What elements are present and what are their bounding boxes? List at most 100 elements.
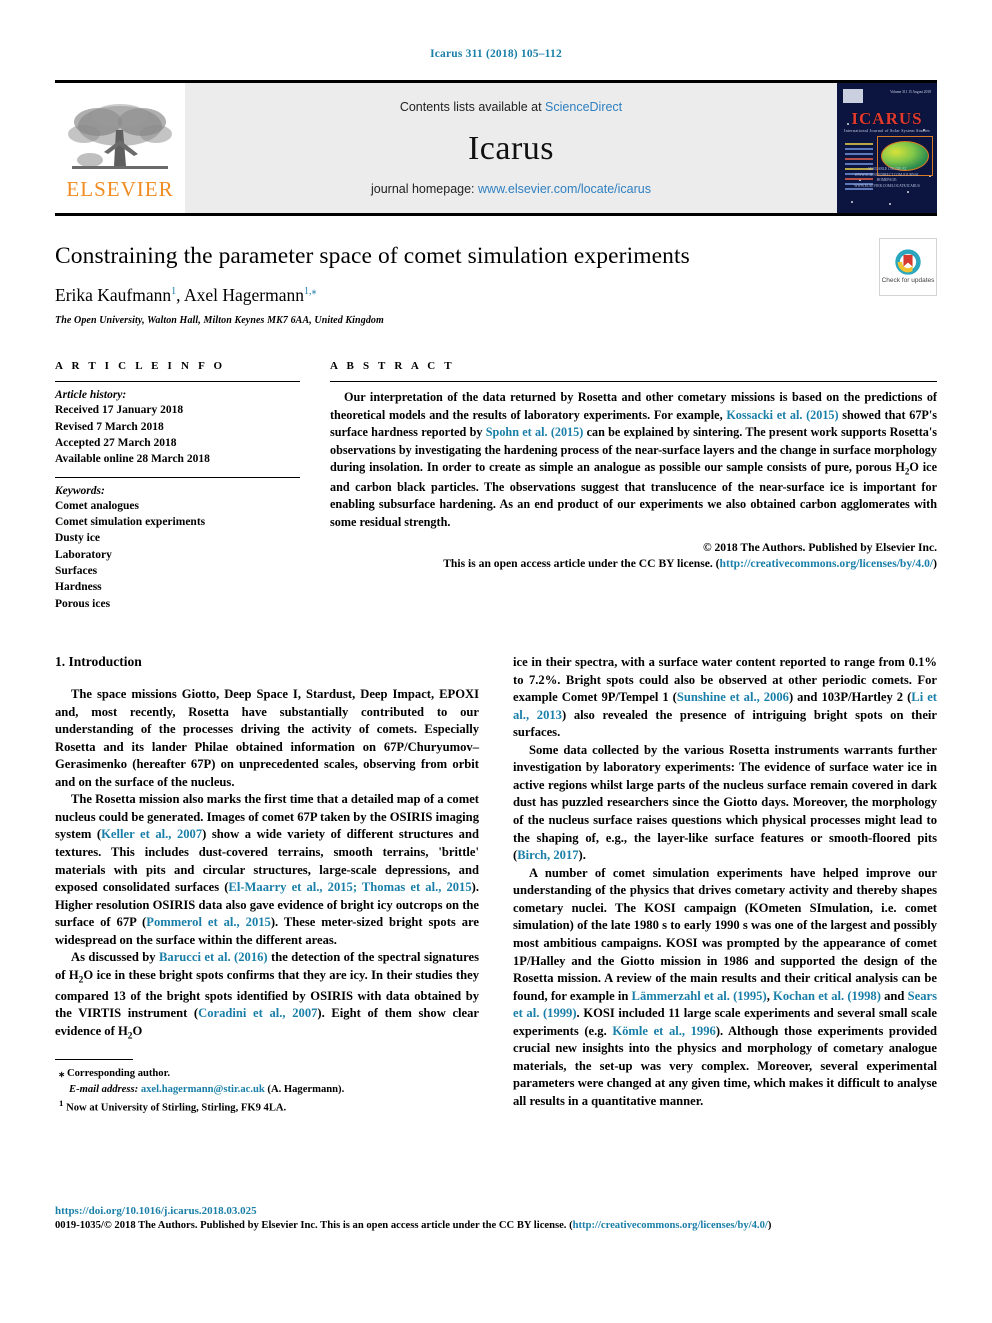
abstract-text: Our interpretation of the data returned … <box>330 389 937 531</box>
abstract-ref-spohn[interactable]: Spohn et al. (2015) <box>486 425 584 439</box>
citation-birch-2017[interactable]: Birch, 2017 <box>517 848 578 862</box>
para-text: Some data collected by the various Roset… <box>513 742 937 863</box>
issn-copyright-line: 0019-1035/© 2018 The Authors. Published … <box>55 1220 937 1231</box>
citation-barucci-2016[interactable]: Barucci et al. (2016) <box>159 950 268 964</box>
footnote-corresponding-author: ⁎ Corresponding author. <box>55 1066 479 1081</box>
article-info-column: A R T I C L E I N F O Article history: R… <box>55 360 300 612</box>
sciencedirect-link[interactable]: ScienceDirect <box>545 100 622 114</box>
paragraph: ice in their spectra, with a surface wat… <box>513 654 937 742</box>
elsevier-tree-icon <box>68 104 172 169</box>
license-prefix: This is an open access article under the… <box>443 556 720 570</box>
abstract-ref-kossacki[interactable]: Kossacki et al. (2015) <box>726 408 838 422</box>
citation-sunshine-2006[interactable]: Sunshine et al., 2006 <box>677 690 789 704</box>
history-accepted: Accepted 27 March 2018 <box>55 437 177 450</box>
abstract-heading: A B S T R A C T <box>330 360 455 373</box>
elsevier-wordmark: ELSEVIER <box>66 177 174 201</box>
issn-body: © 2018 The Authors. Published by Elsevie… <box>103 1220 573 1231</box>
author-affiliation: The Open University, Walton Hall, Milton… <box>55 315 384 327</box>
author-1-affil-marker: 1 <box>171 286 177 298</box>
citation-coradini-2007[interactable]: Coradini et al., 2007 <box>198 1006 317 1020</box>
contents-prefix: Contents lists available at <box>399 100 546 114</box>
cover-title: ICARUS <box>851 109 923 128</box>
citation-pommerol-2015[interactable]: Pommerol et al., 2015 <box>146 915 271 929</box>
paragraph: The Rosetta mission also marks the first… <box>55 791 479 949</box>
keyword-item: Surfaces <box>55 565 98 577</box>
footnote-rule <box>55 1059 133 1061</box>
cover-volume-text: Volume 311 15 August 2018 <box>890 90 931 94</box>
keyword-item: Dusty ice <box>55 532 101 545</box>
footnote-text: Corresponding author. <box>66 1068 170 1080</box>
citation-lammerzahl-1995[interactable]: Lämmerzahl et al. (1995) <box>632 989 767 1003</box>
cc-license-link[interactable]: http://creativecommons.org/licenses/by/4… <box>720 557 934 570</box>
cover-subtitle: International Journal of Solar System St… <box>843 128 931 133</box>
body-text-region: 1. Introduction The space missions Giott… <box>55 654 937 1115</box>
history-online: Available online 28 March 2018 <box>55 453 210 466</box>
para-text: ). <box>578 848 586 863</box>
article-info-rule <box>55 381 300 383</box>
info-abstract-region: A R T I C L E I N F O Article history: R… <box>55 360 937 612</box>
crossmark-icon <box>895 249 921 275</box>
cover-publisher-badge <box>843 89 863 103</box>
corresponding-author-marker: ⁎ <box>311 286 317 298</box>
page-footer: https://doi.org/10.1016/j.icarus.2018.03… <box>55 1205 937 1231</box>
abstract-copyright: © 2018 The Authors. Published by Elsevie… <box>702 540 937 554</box>
paragraph: A number of comet simulation experiments… <box>513 865 937 1111</box>
body-column-left: 1. Introduction The space missions Giott… <box>55 654 479 1115</box>
citation-komle-1996[interactable]: Kömle et al., 1996 <box>612 1024 716 1038</box>
abstract-license: This is an open access article under the… <box>330 557 937 570</box>
keywords-rule <box>55 476 300 478</box>
author-name-1: Erika Kaufmann <box>55 285 172 306</box>
article-header: Check for updates Constraining the param… <box>55 238 937 327</box>
license-suffix: ) <box>933 556 937 570</box>
article-history-label: Article history: <box>55 389 127 402</box>
email-link[interactable]: axel.hagermann@stir.ac.uk <box>141 1084 265 1095</box>
masthead-center: Contents lists available at ScienceDirec… <box>185 83 837 213</box>
citation-elmaarry-thomas-2015[interactable]: El-Maarry et al., 2015; Thomas et al., 2… <box>228 880 471 894</box>
footer-cc-license-link[interactable]: http://creativecommons.org/licenses/by/4… <box>573 1220 768 1231</box>
issn-prefix: 0019-1035/ <box>55 1220 104 1231</box>
article-info-heading: A R T I C L E I N F O <box>55 360 226 373</box>
journal-masthead: ELSEVIER Contents lists available at Sci… <box>55 80 937 213</box>
footnote-block: ⁎ Corresponding author. E-mail address: … <box>55 1059 479 1115</box>
issn-suffix: ) <box>767 1220 772 1231</box>
para-text: A number of comet simulation experiments… <box>513 865 937 1003</box>
paragraph: Some data collected by the various Roset… <box>513 742 937 865</box>
footnote-star-marker: ⁎ <box>59 1068 65 1080</box>
footnote-text: Now at University of Stirling, Stirling,… <box>66 1102 287 1114</box>
cover-footer-text: AVAILABLE ONLINE AT WWW.SCIENCEDIRECT.CO… <box>854 167 920 188</box>
footnote-email: E-mail address: axel.hagermann@stir.ac.u… <box>55 1082 479 1097</box>
journal-title: Icarus <box>467 130 555 167</box>
para-text: ) also revealed the presence of intrigui… <box>513 707 937 740</box>
crossmark-badge[interactable]: Check for updates <box>879 238 937 296</box>
keyword-item: Comet analogues <box>55 499 140 512</box>
abstract-column: A B S T R A C T Our interpretation of th… <box>330 360 937 612</box>
section-heading-introduction: 1. Introduction <box>55 653 142 669</box>
keyword-item: Comet simulation experiments <box>55 516 206 529</box>
keyword-item: Hardness <box>55 581 102 594</box>
paragraph: The space missions Giotto, Deep Space I,… <box>55 686 479 789</box>
masthead-bottom-rule <box>55 213 937 216</box>
para-text: O <box>132 1023 143 1038</box>
journal-article-page: Icarus 311 (2018) 105–112 ELSEVIER Conte… <box>0 0 992 1323</box>
running-head: Icarus 311 (2018) 105–112 <box>430 48 562 60</box>
cover-art: Volume 311 15 August 2018 ICARUS Interna… <box>837 83 937 213</box>
page-title: Constraining the parameter space of come… <box>55 243 690 269</box>
journal-homepage-link[interactable]: www.elsevier.com/locate/icarus <box>478 182 651 196</box>
citation-kochan-1998[interactable]: Kochan et al. (1998) <box>773 989 881 1003</box>
author-list: Erika Kaufmann1, Axel Hagermann1,⁎ <box>55 285 317 306</box>
citation-keller-2007[interactable]: Keller et al., 2007 <box>101 827 202 841</box>
paragraph: As discussed by Barucci et al. (2016) th… <box>55 949 479 1043</box>
doi-link[interactable]: https://doi.org/10.1016/j.icarus.2018.03… <box>55 1205 937 1217</box>
keywords-label: Keywords: <box>55 484 105 497</box>
para-text: As discussed by <box>71 950 160 965</box>
footnote-affiliation-note: 1 Now at University of Stirling, Stirlin… <box>55 1097 479 1116</box>
email-attribution: (A. Hagermann). <box>267 1083 345 1095</box>
contents-available-line: Contents lists available at ScienceDirec… <box>400 100 622 114</box>
keyword-item: Porous ices <box>55 597 111 610</box>
history-revised: Revised 7 March 2018 <box>55 420 164 433</box>
journal-cover-thumbnail[interactable]: Volume 311 15 August 2018 ICARUS Interna… <box>837 83 937 213</box>
abstract-rule <box>330 381 937 383</box>
para-text: ) and 103P/Hartley 2 ( <box>788 690 912 705</box>
email-label: E-mail address: <box>69 1083 139 1095</box>
crossmark-label: Check for updates <box>881 276 935 284</box>
